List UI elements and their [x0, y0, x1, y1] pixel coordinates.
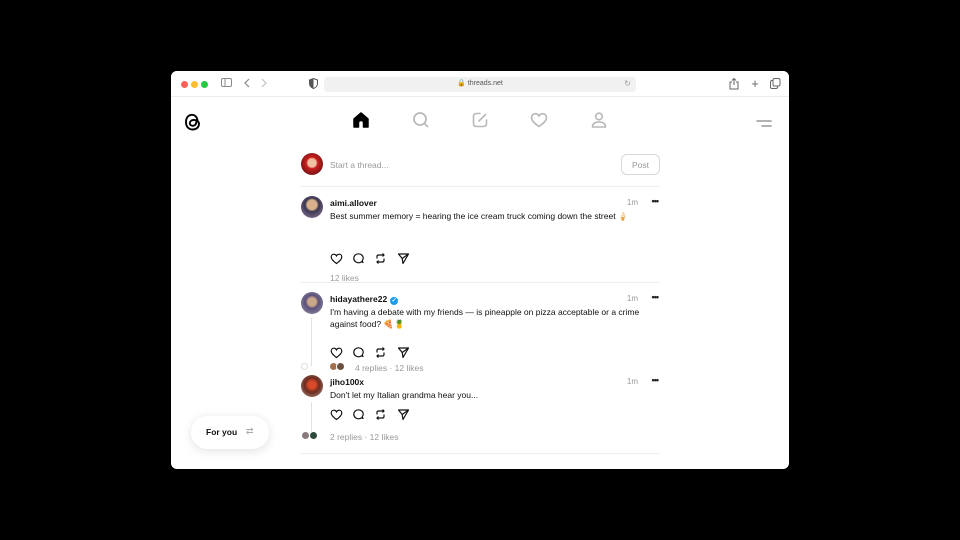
profile-icon[interactable]: [589, 111, 609, 129]
thread-composer: Start a thread... Post: [300, 147, 660, 187]
username[interactable]: aimi.allover: [330, 198, 377, 208]
heart-icon[interactable]: [529, 111, 549, 129]
post-time: 1m: [626, 294, 638, 303]
post-divider: [300, 453, 660, 454]
switch-icon: ⇄: [246, 426, 254, 436]
thread-post: hidayathere22 ✓ 1m ••• I'm having a debat…: [300, 283, 660, 375]
like-icon[interactable]: [330, 408, 343, 421]
repost-icon[interactable]: [374, 346, 387, 359]
username[interactable]: hidayathere22 ✓: [330, 294, 399, 305]
user-avatar[interactable]: [301, 375, 323, 397]
threads-logo[interactable]: [183, 111, 203, 133]
forward-icon[interactable]: [258, 78, 270, 90]
post-actions: [330, 346, 420, 360]
post-time: 1m: [626, 198, 638, 207]
start-thread-input[interactable]: Start a thread...: [330, 160, 389, 170]
feed-switcher-button[interactable]: For you ⇄: [191, 416, 269, 449]
share-icon[interactable]: [397, 408, 410, 421]
more-options-icon[interactable]: •••: [652, 375, 660, 385]
minimize-window-button[interactable]: [191, 81, 198, 88]
my-avatar[interactable]: [301, 153, 323, 175]
maximize-window-button[interactable]: [201, 81, 208, 88]
more-options-icon[interactable]: •••: [652, 196, 660, 206]
user-avatar[interactable]: [301, 196, 323, 218]
new-tab-icon[interactable]: +: [749, 77, 761, 90]
post-button[interactable]: Post: [621, 154, 660, 175]
reply-icon[interactable]: [352, 346, 365, 359]
thread-line: [311, 318, 312, 366]
post-time: 1m: [626, 377, 638, 386]
post-actions: [330, 252, 420, 266]
close-window-button[interactable]: [181, 81, 188, 88]
browser-toolbar: 🔒 threads.net ↻ +: [171, 71, 789, 97]
repost-icon[interactable]: [374, 408, 387, 421]
replier-avatar[interactable]: [336, 362, 345, 371]
reply-icon[interactable]: [352, 252, 365, 265]
post-stats[interactable]: 2 replies · 12 likes: [330, 432, 399, 442]
menu-icon[interactable]: [756, 116, 772, 127]
thread-end-dot: [301, 363, 308, 370]
feed-switcher-label: For you: [206, 427, 238, 437]
post-text: I'm having a debate with my friends — is…: [330, 307, 640, 329]
like-icon[interactable]: [330, 346, 343, 359]
sidebar-icon[interactable]: [220, 78, 232, 90]
verified-badge-icon: ✓: [390, 297, 399, 305]
user-avatar[interactable]: [301, 292, 323, 314]
home-icon[interactable]: [351, 111, 371, 129]
username[interactable]: jiho100x: [330, 377, 364, 387]
reply-icon[interactable]: [352, 408, 365, 421]
tabs-overview-icon[interactable]: [769, 78, 781, 90]
post-text: Best summer memory = hearing the ice cre…: [330, 211, 629, 221]
post-text: Don't let my Italian grandma hear you...: [330, 390, 479, 400]
lock-icon: 🔒: [457, 80, 466, 87]
replier-avatar[interactable]: [309, 431, 318, 440]
post-actions: [330, 408, 420, 422]
username-text: hidayathere22: [330, 294, 388, 304]
url-text: threads.net: [467, 80, 503, 87]
repost-icon[interactable]: [374, 252, 387, 265]
post-stats[interactable]: 4 replies · 12 likes: [355, 363, 424, 373]
browser-window: 🔒 threads.net ↻ + Start a thread... Post…: [171, 71, 789, 469]
thread-reply: jiho100x 1m ••• Don't let my Italian gra…: [300, 375, 660, 465]
more-options-icon[interactable]: •••: [652, 292, 660, 302]
back-icon[interactable]: [241, 78, 253, 90]
feed: Start a thread... Post aimi.allover 1m •…: [300, 147, 660, 465]
like-icon[interactable]: [330, 252, 343, 265]
thread-post: aimi.allover 1m ••• Best summer memory =…: [300, 187, 660, 283]
address-bar[interactable]: 🔒 threads.net ↻: [324, 77, 636, 92]
share-icon[interactable]: [728, 77, 740, 90]
share-icon[interactable]: [397, 346, 410, 359]
search-icon[interactable]: [411, 111, 431, 129]
share-icon[interactable]: [397, 252, 410, 265]
shield-icon[interactable]: [307, 77, 319, 90]
compose-icon[interactable]: [470, 111, 490, 129]
url-display: 🔒 threads.net: [324, 79, 636, 87]
reload-icon[interactable]: ↻: [624, 79, 631, 88]
